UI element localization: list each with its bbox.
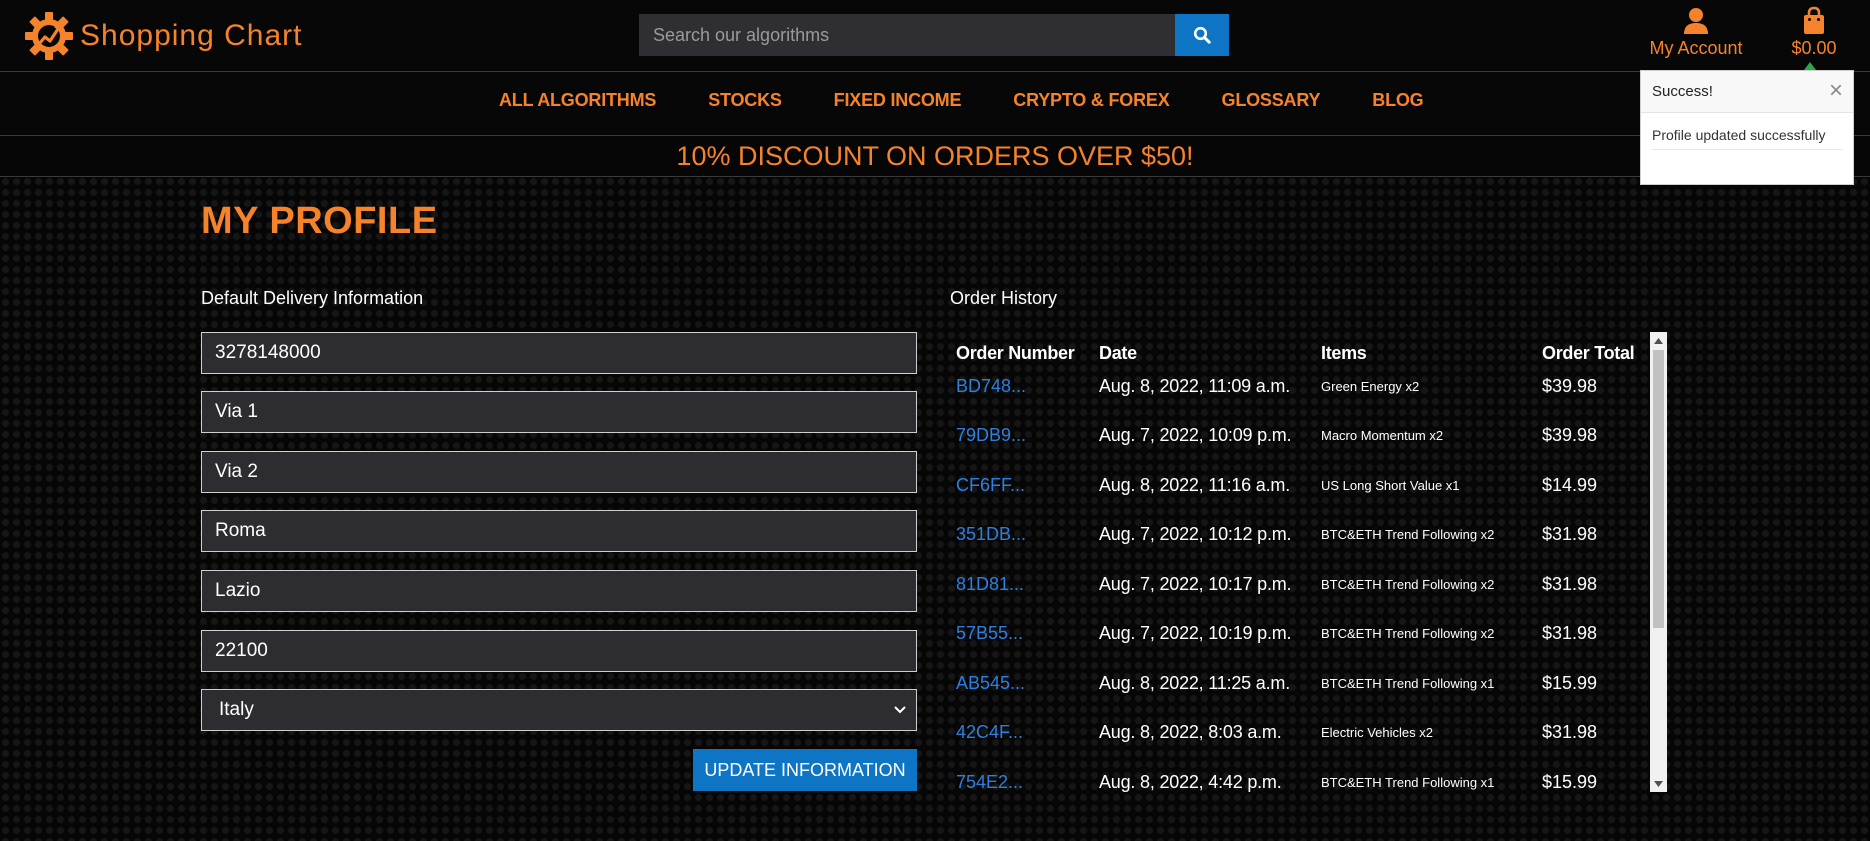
order-items: BTC&ETH Trend Following x1: [1321, 774, 1495, 790]
nav-fixed-income[interactable]: FIXED INCOME: [834, 90, 962, 111]
search-bar: [639, 14, 1229, 56]
nav-all-algorithms[interactable]: ALL ALGORITHMS: [499, 90, 656, 111]
delivery-info-heading: Default Delivery Information: [201, 288, 424, 308]
order-number-link[interactable]: 42C4F...: [956, 722, 1099, 743]
order-items: BTC&ETH Trend Following x2: [1321, 576, 1495, 592]
order-items: Macro Momentum x2: [1321, 427, 1444, 443]
page-title: MY PROFILE: [201, 200, 438, 242]
order-number-link[interactable]: CF6FF...: [956, 475, 1099, 496]
toast-body: Profile updated successfully: [1641, 113, 1853, 150]
order-items: Electric Vehicles x2: [1321, 724, 1433, 740]
close-icon[interactable]: ×: [1829, 78, 1843, 104]
order-total: $31.98: [1542, 721, 1598, 742]
table-row: 81D81... Aug. 7, 2022, 10:17 p.m. BTC&ET…: [956, 569, 1642, 599]
chevron-down-icon: [894, 706, 906, 714]
order-number-link[interactable]: 81D81...: [956, 574, 1099, 595]
order-total: $14.99: [1542, 474, 1598, 495]
scroll-up-arrow-icon[interactable]: [1650, 332, 1667, 349]
order-number-link[interactable]: 754E2...: [956, 772, 1099, 793]
column-header: Date: [1099, 342, 1137, 363]
nav-crypto-forex[interactable]: CRYPTO & FOREX: [1013, 90, 1169, 111]
order-items: BTC&ETH Trend Following x1: [1321, 675, 1495, 691]
table-row: 42C4F... Aug. 8, 2022, 8:03 a.m. Electri…: [956, 717, 1642, 747]
my-account-link[interactable]: My Account: [1646, 6, 1746, 59]
nav-list: ALL ALGORITHMS STOCKS FIXED INCOME CRYPT…: [499, 90, 1475, 111]
update-information-button[interactable]: UPDATE INFORMATION: [693, 749, 917, 791]
order-items: US Long Short Value x1: [1321, 477, 1460, 493]
top-bar: Shopping Chart My Account $0.00: [0, 0, 1870, 72]
column-header: Items: [1321, 342, 1367, 363]
table-header: Order Number Date Items Order Total: [956, 338, 1642, 368]
order-total: $15.99: [1542, 771, 1598, 792]
order-date: Aug. 8, 2022, 11:09 a.m.: [1099, 375, 1291, 396]
order-items: BTC&ETH Trend Following x2: [1321, 526, 1495, 542]
nav-blog[interactable]: BLOG: [1372, 90, 1423, 111]
order-date: Aug. 7, 2022, 10:19 p.m.: [1099, 622, 1292, 643]
gear-chart-logo-icon: [25, 12, 73, 60]
cart-link[interactable]: $0.00: [1784, 6, 1844, 59]
address-line2-field[interactable]: [201, 451, 917, 493]
toast-header: Success! ×: [1641, 71, 1853, 113]
order-history-scrollbar[interactable]: [1650, 332, 1667, 792]
phone-field[interactable]: [201, 332, 917, 374]
nav-glossary[interactable]: GLOSSARY: [1222, 90, 1321, 111]
order-number-link[interactable]: 351DB...: [956, 524, 1099, 545]
order-date: Aug. 8, 2022, 8:03 a.m.: [1099, 721, 1282, 742]
region-field[interactable]: [201, 570, 917, 612]
table-row: 57B55... Aug. 7, 2022, 10:19 p.m. BTC&ET…: [956, 618, 1642, 648]
search-button[interactable]: [1175, 14, 1229, 56]
table-row: CF6FF... Aug. 8, 2022, 11:16 a.m. US Lon…: [956, 470, 1642, 500]
order-number-link[interactable]: 57B55...: [956, 623, 1099, 644]
search-input[interactable]: [639, 14, 1175, 56]
order-total: $31.98: [1542, 573, 1598, 594]
table-row: BD748... Aug. 8, 2022, 11:09 a.m. Green …: [956, 371, 1642, 401]
order-items: BTC&ETH Trend Following x2: [1321, 625, 1495, 641]
success-toast: Success! × Profile updated successfully: [1640, 70, 1854, 185]
order-total: $31.98: [1542, 622, 1598, 643]
table-row: 79DB9... Aug. 7, 2022, 10:09 p.m. Macro …: [956, 420, 1642, 450]
toast-title: Success!: [1652, 83, 1713, 100]
country-select[interactable]: Italy: [201, 689, 917, 731]
shopping-bag-icon: [1804, 6, 1824, 34]
column-header: Order Number: [956, 342, 1075, 363]
search-icon: [1193, 26, 1211, 44]
cart-total: $0.00: [1791, 38, 1837, 58]
order-date: Aug. 8, 2022, 11:25 a.m.: [1099, 672, 1291, 693]
order-number-link[interactable]: BD748...: [956, 376, 1099, 397]
column-header: Order Total: [1542, 342, 1635, 363]
scrollbar-thumb[interactable]: [1653, 350, 1664, 628]
order-history-heading: Order History: [950, 288, 1058, 308]
postcode-field[interactable]: [201, 630, 917, 672]
order-total: $39.98: [1542, 375, 1598, 396]
order-history-table[interactable]: Order Number Date Items Order Total BD74…: [950, 332, 1667, 792]
main-nav: ALL ALGORITHMS STOCKS FIXED INCOME CRYPT…: [0, 72, 1870, 136]
scroll-down-arrow-icon[interactable]: [1650, 775, 1667, 792]
address-line1-field[interactable]: [201, 391, 917, 433]
order-date: Aug. 7, 2022, 10:12 p.m.: [1099, 523, 1292, 544]
nav-stocks[interactable]: STOCKS: [708, 90, 782, 111]
city-field[interactable]: [201, 510, 917, 552]
order-date: Aug. 8, 2022, 4:42 p.m.: [1099, 771, 1282, 792]
table-row: 351DB... Aug. 7, 2022, 10:12 p.m. BTC&ET…: [956, 519, 1642, 549]
table-row: AB545... Aug. 8, 2022, 11:25 a.m. BTC&ET…: [956, 668, 1642, 698]
order-total: $31.98: [1542, 523, 1598, 544]
brand-name: Shopping Chart: [80, 19, 303, 52]
toast-message: Profile updated successfully: [1652, 127, 1842, 150]
user-icon: [1684, 8, 1708, 34]
table-row: 754E2... Aug. 8, 2022, 4:42 p.m. BTC&ETH…: [956, 767, 1642, 797]
order-date: Aug. 7, 2022, 10:09 p.m.: [1099, 424, 1292, 445]
my-account-label: My Account: [1649, 38, 1743, 58]
order-date: Aug. 8, 2022, 11:16 a.m.: [1099, 474, 1291, 495]
order-number-link[interactable]: 79DB9...: [956, 425, 1099, 446]
order-total: $15.99: [1542, 672, 1598, 693]
order-total: $39.98: [1542, 424, 1598, 445]
order-date: Aug. 7, 2022, 10:17 p.m.: [1099, 573, 1292, 594]
promo-banner: 10% DISCOUNT ON ORDERS OVER $50!: [0, 136, 1870, 177]
cart-indicator: [1804, 62, 1816, 70]
country-select-value: Italy: [219, 699, 254, 720]
order-items: Green Energy x2: [1321, 378, 1420, 394]
order-number-link[interactable]: AB545...: [956, 673, 1099, 694]
brand-link[interactable]: Shopping Chart: [24, 10, 302, 62]
